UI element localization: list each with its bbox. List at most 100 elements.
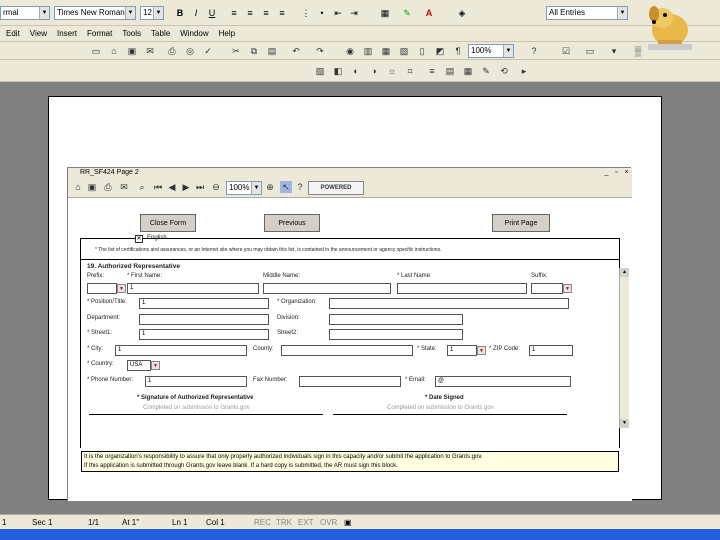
help-icon[interactable]: ?	[294, 181, 306, 193]
borders-icon[interactable]: ▦	[376, 6, 394, 20]
status-rec[interactable]: REC	[254, 518, 276, 527]
form-dropdown-icon[interactable]: ▾	[608, 45, 620, 57]
email-icon[interactable]: ✉	[144, 45, 156, 57]
bold-button[interactable]: B	[174, 6, 186, 20]
form-field-icon[interactable]: ▭	[584, 45, 596, 57]
spelling-icon[interactable]: ✓	[202, 45, 214, 57]
spelling-status-icon[interactable]: ▣	[344, 518, 360, 527]
brightness-icon[interactable]: ☼	[386, 65, 398, 77]
position-field[interactable]: 1	[139, 298, 269, 309]
scroll-down-icon[interactable]: ▼	[620, 419, 629, 428]
new-document-icon[interactable]: ▭	[90, 45, 102, 57]
justify-icon[interactable]: ≡	[276, 6, 288, 20]
form-zoom-combo[interactable]: 100% ▼	[226, 181, 262, 195]
hyperlink-icon[interactable]: ◉	[344, 45, 356, 57]
middle-name-field[interactable]	[263, 283, 391, 294]
align-center-icon[interactable]: ≡	[244, 6, 256, 20]
previous-button[interactable]: Previous	[264, 214, 320, 232]
align-right-icon[interactable]: ≡	[260, 6, 272, 20]
help-icon[interactable]: ?	[528, 45, 540, 57]
open-icon[interactable]: ⌂	[108, 45, 120, 57]
scroll-up-icon[interactable]: ▲	[620, 268, 629, 277]
country-field[interactable]: USA	[127, 360, 151, 371]
undo-icon[interactable]: ↶	[290, 45, 302, 57]
form-window[interactable]: RR_SF424 Page 2 _ ▫ × ⌂ ▣ ⎙ ✉ ⌕ ⏮ ◀ ▶ ⏭ …	[67, 167, 632, 501]
menu-window[interactable]: Window	[180, 29, 208, 38]
insert-picture-icon[interactable]: ▨	[314, 65, 326, 77]
print-preview-icon[interactable]: ◎	[184, 45, 196, 57]
underline-button[interactable]: U	[206, 6, 218, 20]
tables-borders-icon[interactable]: ▥	[362, 45, 374, 57]
bullets-icon[interactable]: •	[316, 6, 328, 20]
copy-icon[interactable]: ⧉	[248, 45, 260, 57]
font-combo[interactable]: Times New Roman ▼	[54, 6, 136, 20]
zip-field[interactable]: 1	[529, 345, 573, 356]
fill-color-icon[interactable]: ◈	[450, 6, 474, 20]
street1-field[interactable]: 1	[139, 329, 269, 340]
restore-icon[interactable]: ▫	[612, 168, 621, 178]
redo-icon[interactable]: ↷	[314, 45, 326, 57]
chevron-down-icon[interactable]: ▼	[117, 284, 126, 293]
open-icon[interactable]: ⌂	[72, 181, 84, 193]
next-page-icon[interactable]: ▶	[180, 181, 192, 193]
close-icon[interactable]: ×	[622, 168, 631, 178]
email-field[interactable]: @	[435, 376, 571, 387]
show-hide-icon[interactable]: ¶	[452, 45, 464, 57]
search-icon[interactable]: ⌕	[136, 181, 148, 193]
crop-icon[interactable]: ⌗	[404, 65, 416, 77]
chevron-down-icon[interactable]: ▼	[151, 361, 160, 370]
state-field[interactable]: 1	[447, 345, 477, 356]
less-contrast-icon[interactable]: ◑	[368, 65, 380, 77]
font-color-icon[interactable]: A	[420, 6, 438, 20]
reset-picture-icon[interactable]: ⟲	[498, 65, 510, 77]
print-page-button[interactable]: Print Page	[492, 214, 550, 232]
division-field[interactable]	[329, 314, 463, 325]
first-name-field[interactable]: 1	[127, 283, 259, 294]
email-icon[interactable]: ✉	[118, 181, 130, 193]
insert-table-icon[interactable]: ▦	[380, 45, 392, 57]
more-options-icon[interactable]: ▸	[518, 65, 530, 77]
align-left-icon[interactable]: ≡	[228, 6, 240, 20]
suffix-field[interactable]	[531, 283, 563, 294]
style-combo[interactable]: rmal ▼	[0, 6, 50, 20]
status-ovr[interactable]: OVR	[320, 518, 344, 527]
city-field[interactable]: 1	[115, 345, 247, 356]
last-name-field[interactable]	[397, 283, 527, 294]
prefix-field[interactable]	[87, 283, 117, 294]
first-page-icon[interactable]: ⏮	[152, 181, 164, 193]
print-icon[interactable]: ⎙	[102, 181, 114, 193]
numbering-icon[interactable]: ⋮	[300, 6, 312, 20]
set-transparent-icon[interactable]: ✎	[480, 65, 492, 77]
close-form-button[interactable]: Close Form	[140, 214, 196, 232]
organization-field[interactable]	[329, 298, 569, 309]
more-contrast-icon[interactable]: ◐	[350, 65, 362, 77]
save-icon[interactable]: ▣	[126, 45, 138, 57]
zoom-out-icon[interactable]: ⊖	[210, 181, 222, 193]
menu-view[interactable]: View	[30, 29, 47, 38]
select-tool-icon[interactable]: ↖	[280, 181, 292, 193]
menu-tools[interactable]: Tools	[122, 29, 141, 38]
line-style-icon[interactable]: ≡	[426, 65, 438, 77]
last-page-icon[interactable]: ⏭	[194, 181, 206, 193]
save-icon[interactable]: ▣	[86, 181, 98, 193]
fax-field[interactable]	[299, 376, 401, 387]
excel-icon[interactable]: ▧	[398, 45, 410, 57]
menu-format[interactable]: Format	[87, 29, 112, 38]
chevron-down-icon[interactable]: ▼	[477, 346, 486, 355]
drawing-icon[interactable]: ◩	[434, 45, 446, 57]
chevron-down-icon[interactable]: ▼	[563, 284, 572, 293]
zoom-in-icon[interactable]: ⊕	[264, 181, 276, 193]
decrease-indent-icon[interactable]: ⇤	[332, 6, 344, 20]
increase-indent-icon[interactable]: ⇥	[348, 6, 360, 20]
status-ext[interactable]: EXT	[298, 518, 320, 527]
county-field[interactable]	[281, 345, 413, 356]
image-control-icon[interactable]: ◧	[332, 65, 344, 77]
font-size-combo[interactable]: 12 ▼	[140, 6, 164, 20]
cut-icon[interactable]: ✂	[230, 45, 242, 57]
text-wrap-icon[interactable]: ▤	[444, 65, 456, 77]
italic-button[interactable]: I	[190, 6, 202, 20]
highlight-icon[interactable]: ✎	[398, 6, 416, 20]
zoom-combo[interactable]: 100% ▼	[468, 44, 514, 58]
format-picture-icon[interactable]: ▦	[462, 65, 474, 77]
print-icon[interactable]: ⎙	[166, 45, 178, 57]
